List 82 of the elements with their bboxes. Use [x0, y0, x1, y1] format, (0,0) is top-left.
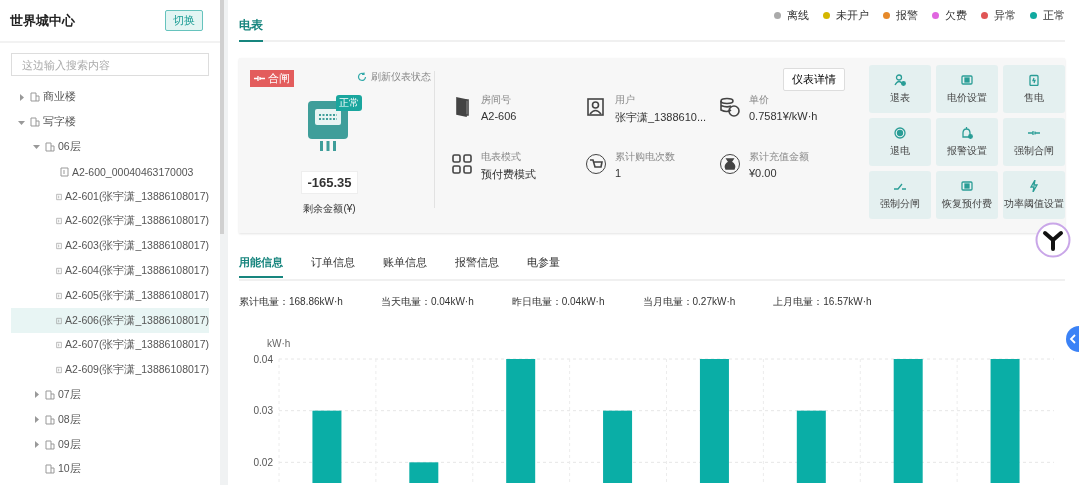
- balance-label: 剩余金额(¥): [303, 202, 356, 216]
- legend-label: 欠费: [945, 7, 967, 23]
- tree-item[interactable]: A2-601(张宇潇_13886108017): [11, 184, 209, 209]
- tree-label: A2-606(张宇潇_13886108017): [65, 313, 209, 328]
- info-value: 0.7581¥/kW·h: [749, 110, 818, 122]
- info-tab[interactable]: 电参量: [527, 255, 560, 276]
- tree-label: A2-609(张宇潇_13886108017): [65, 363, 209, 378]
- site-title: 世界城中心: [10, 11, 75, 30]
- tree-label: 10层: [58, 462, 81, 477]
- search-field[interactable]: 这边输入搜索内容: [11, 53, 209, 76]
- meter-details-button[interactable]: 仪表详情: [783, 68, 845, 91]
- tree-label: 商业楼: [43, 90, 76, 105]
- info-label: 用户: [615, 93, 636, 107]
- y-tick-label: 0.02: [253, 456, 273, 468]
- info-value: 预付费模式: [481, 167, 536, 182]
- action-button[interactable]: 强制合闸: [1003, 118, 1065, 166]
- energy-stat: 昨日电量：0.04kW·h: [511, 295, 605, 309]
- tree-label: 写字楼: [43, 115, 76, 130]
- tree-label: 08层: [58, 412, 81, 427]
- action-button[interactable]: 强制分闸: [869, 171, 931, 219]
- energy-stat: 累计电量：168.86kW·h: [239, 295, 343, 309]
- info-label: 单价: [749, 93, 770, 107]
- info-tab[interactable]: 用能信息: [239, 255, 283, 278]
- legend-label: 正常: [1043, 7, 1065, 23]
- info-tab[interactable]: 订单信息: [311, 255, 355, 276]
- info-tab[interactable]: 账单信息: [383, 255, 427, 276]
- tree-item[interactable]: 09层: [11, 432, 209, 457]
- y-axis-unit: kW·h: [267, 338, 291, 349]
- tree-item[interactable]: 06层: [11, 134, 209, 160]
- switch-state-badge: 合闸: [250, 70, 294, 87]
- info-label: 累计购电次数: [615, 150, 675, 164]
- tree-label: A2-604(张宇潇_13886108017): [65, 263, 209, 278]
- tree-label: A2-602(张宇潇_13886108017): [65, 214, 209, 229]
- tree-item[interactable]: 写字楼: [11, 109, 209, 135]
- y-tick-label: 0.04: [253, 353, 273, 365]
- legend-label: 离线: [787, 7, 809, 23]
- info-value: 张宇潇_1388610...: [615, 110, 707, 125]
- info-label: 房间号: [481, 93, 512, 107]
- action-button[interactable]: 电价设置: [936, 65, 998, 113]
- tree-label: A2-605(张宇潇_13886108017): [65, 288, 209, 303]
- tree-item[interactable]: A2-606(张宇潇_13886108017): [11, 308, 209, 333]
- meter-tab[interactable]: 电表: [239, 17, 263, 42]
- info-tab[interactable]: 报警信息: [455, 255, 499, 276]
- tree-label: A2-600_00040463170003: [72, 165, 194, 178]
- action-button[interactable]: 售电: [1003, 65, 1065, 113]
- action-button[interactable]: 报警设置: [936, 118, 998, 166]
- legend-label: 未开户: [836, 7, 869, 23]
- tree-item[interactable]: A2-602(张宇潇_13886108017): [11, 209, 209, 234]
- tree-item[interactable]: 08层: [11, 407, 209, 433]
- tree-item[interactable]: A2-609(张宇潇_13886108017): [11, 357, 209, 383]
- info-value: ¥0.00: [749, 167, 778, 179]
- y-tick-label: 0.03: [253, 405, 273, 417]
- tree-label: A2-601(张宇潇_13886108017): [65, 189, 209, 204]
- energy-stat: 上月电量：16.57kW·h: [773, 295, 872, 309]
- info-label: 累计充值金额: [749, 150, 809, 164]
- tree-item[interactable]: A2-605(张宇潇_13886108017): [11, 283, 209, 309]
- info-label: 电表模式: [481, 150, 522, 164]
- info-value: A2-606: [481, 110, 517, 122]
- info-value: 1: [615, 167, 623, 179]
- tree-item[interactable]: A2-600_00040463170003: [11, 159, 209, 185]
- tree-label: 09层: [58, 437, 81, 452]
- status-badge: 正常: [335, 95, 362, 111]
- tree-item[interactable]: A2-604(张宇潇_13886108017): [11, 258, 209, 284]
- action-button[interactable]: 退表: [869, 65, 931, 113]
- refresh-link[interactable]: 刷新仪表状态: [357, 70, 431, 84]
- tree-item[interactable]: 商业楼: [11, 85, 209, 110]
- tree-label: A2-603(张宇潇_13886108017): [65, 239, 209, 254]
- tree-label: A2-607(张宇潇_13886108017): [65, 338, 209, 353]
- tree-label: 07层: [58, 387, 81, 402]
- action-button[interactable]: 功率阈值设置: [1003, 171, 1065, 219]
- tree-item[interactable]: A2-607(张宇潇_13886108017): [11, 332, 209, 358]
- tree-item[interactable]: 10层: [11, 456, 209, 482]
- energy-stat: 当月电量：0.27kW·h: [642, 295, 736, 309]
- energy-stat: 当天电量：0.04kW·h: [380, 295, 474, 309]
- legend-label: 异常: [994, 7, 1016, 23]
- tree-item[interactable]: A2-603(张宇潇_13886108017): [11, 233, 209, 259]
- balance-value: -165.35: [301, 171, 358, 194]
- tree-item[interactable]: 07层: [11, 382, 209, 408]
- action-button[interactable]: 恢复预付费: [936, 171, 998, 219]
- legend-label: 报警: [896, 7, 918, 23]
- tree-label: 06层: [58, 140, 81, 154]
- action-button[interactable]: 退电: [869, 118, 931, 166]
